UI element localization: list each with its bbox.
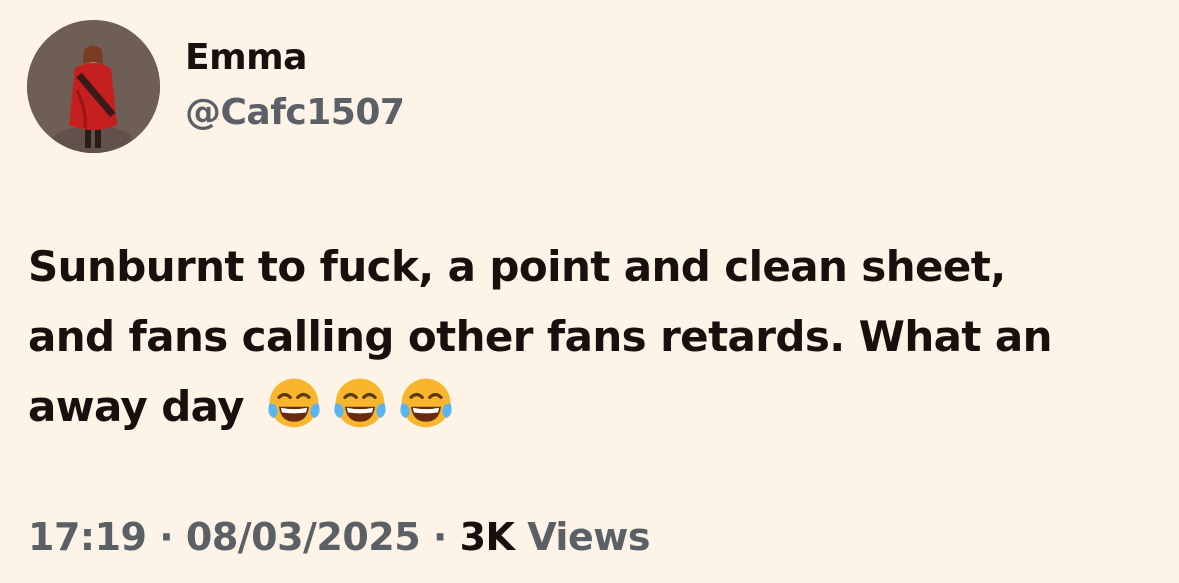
avatar[interactable]: [27, 20, 160, 153]
tweet-text: Sunburnt to fuck, a point and clean shee…: [28, 232, 1148, 442]
tears-of-joy-icon: [264, 373, 324, 433]
tweet-text-line-last: away day: [28, 372, 1148, 442]
views-count[interactable]: 3K: [460, 515, 515, 559]
profile-photo-icon: [27, 20, 160, 153]
meta-separator: ·: [432, 515, 447, 559]
tears-of-joy-icon: [330, 373, 390, 433]
tweet-text-segment: away day: [28, 382, 244, 431]
username-handle[interactable]: @Cafc1507: [185, 95, 405, 131]
tweet-text-line: and fans calling other fans retards. Wha…: [28, 312, 1053, 361]
tweet-meta: 17:19 · 08/03/2025 · 3K Views: [28, 518, 650, 556]
tweet-text-line: Sunburnt to fuck, a point and clean shee…: [28, 242, 1006, 291]
views-label[interactable]: Views: [527, 515, 650, 559]
tweet-date[interactable]: 08/03/2025: [186, 515, 421, 559]
tears-of-joy-icon: [396, 373, 456, 433]
display-name[interactable]: Emma: [185, 40, 307, 76]
meta-separator: ·: [159, 515, 174, 559]
tweet-time[interactable]: 17:19: [28, 515, 147, 559]
